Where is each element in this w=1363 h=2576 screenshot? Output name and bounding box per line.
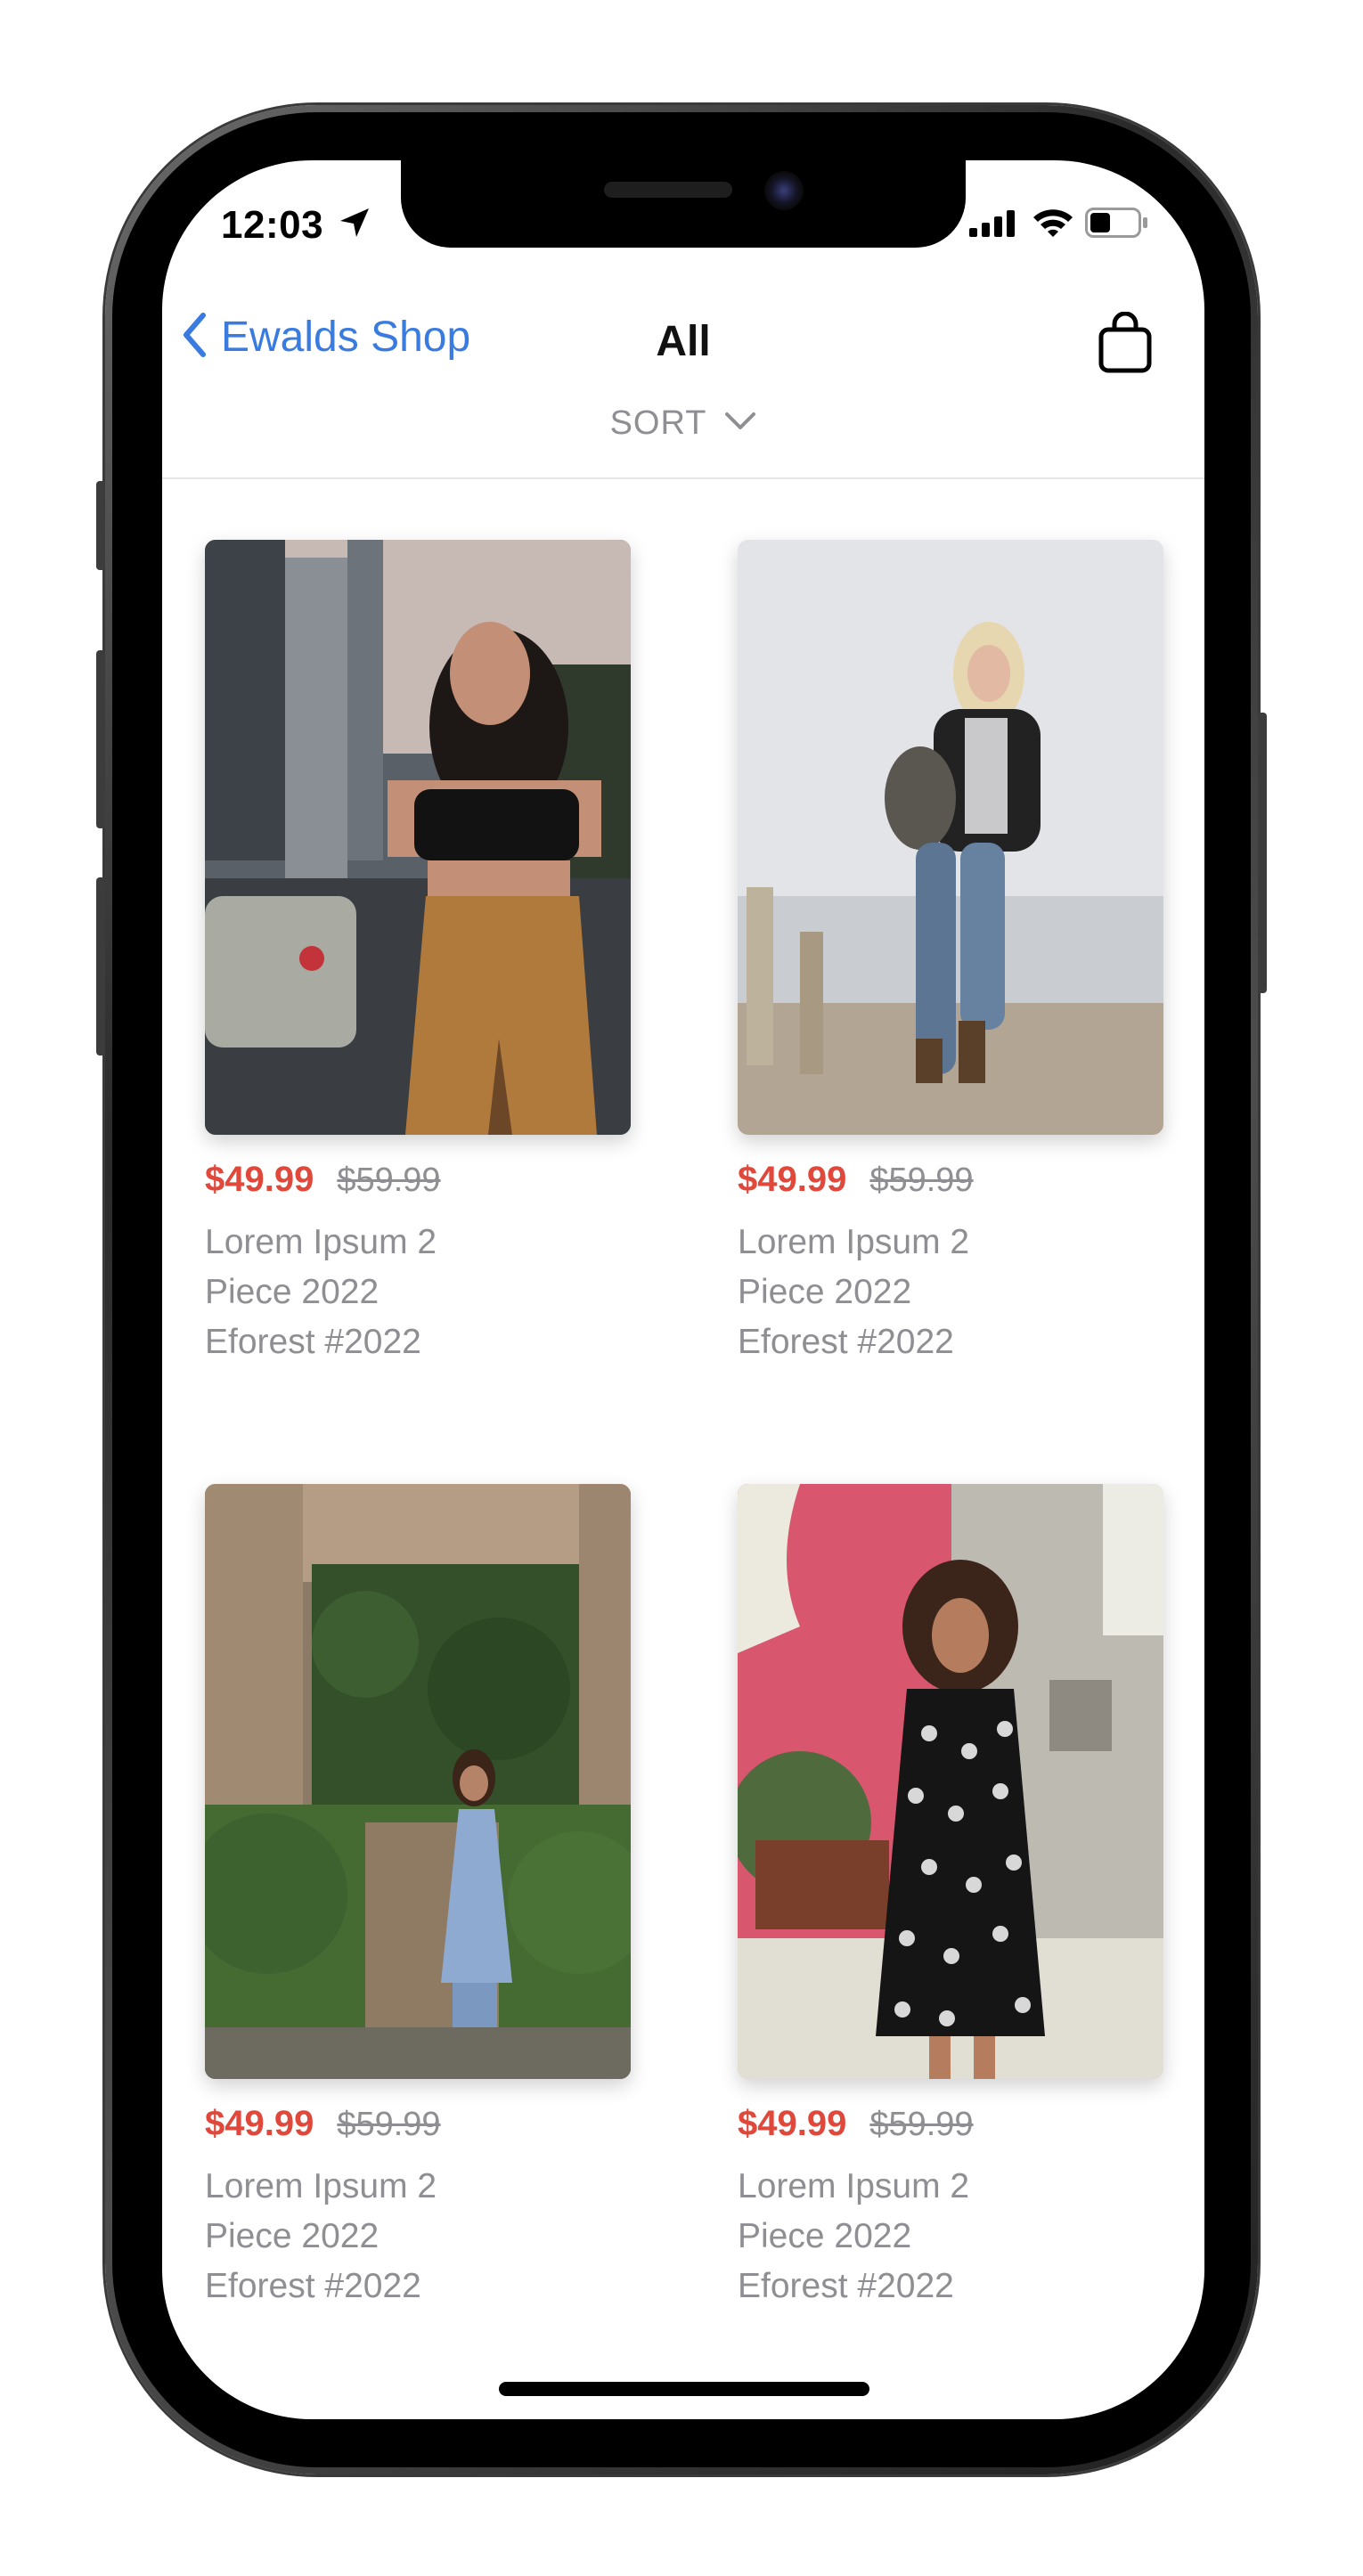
product-card[interactable]: $49.99 $59.99 Lorem Ipsum 2 Piece 2022 E…	[205, 1484, 631, 2311]
product-name-line: Eforest #2022	[205, 1323, 421, 1361]
earpiece-speaker	[604, 182, 732, 198]
product-name-line: Lorem Ipsum 2	[205, 1223, 437, 1261]
product-name-line: Lorem Ipsum 2	[738, 2167, 970, 2205]
price-row: $49.99 $59.99	[738, 1160, 1163, 1200]
product-name-line: Piece 2022	[738, 2217, 912, 2255]
volume-down-button	[96, 877, 105, 1056]
sale-price: $49.99	[205, 1160, 314, 1199]
original-price: $59.99	[869, 1162, 974, 1199]
header-divider	[162, 477, 1204, 479]
product-name-line: Piece 2022	[205, 2217, 380, 2255]
product-photo[interactable]	[205, 540, 631, 1135]
sale-price: $49.99	[738, 2104, 847, 2143]
product-photo[interactable]	[738, 1484, 1163, 2079]
product-name-line: Eforest #2022	[205, 2267, 421, 2305]
shopping-bag-icon	[1098, 311, 1153, 378]
front-camera	[764, 171, 804, 210]
battery-icon	[1085, 208, 1149, 242]
product-card[interactable]: $49.99 $59.99 Lorem Ipsum 2 Piece 2022 E…	[738, 1484, 1163, 2311]
mute-switch	[96, 481, 105, 570]
price-row: $49.99 $59.99	[205, 1160, 631, 1200]
notch	[401, 160, 966, 248]
back-button-label: Ewalds Shop	[221, 314, 471, 361]
volume-up-button	[96, 650, 105, 828]
product-name-line: Piece 2022	[738, 1273, 912, 1311]
product-name: Lorem Ipsum 2 Piece 2022 Eforest #2022	[205, 1218, 631, 1367]
power-button	[1258, 713, 1267, 993]
product-name-line: Piece 2022	[205, 1273, 380, 1311]
wifi-icon	[1032, 207, 1074, 243]
product-name-line: Lorem Ipsum 2	[205, 2167, 437, 2205]
chevron-left-icon	[182, 312, 207, 363]
cart-button[interactable]	[1098, 311, 1153, 379]
product-name: Lorem Ipsum 2 Piece 2022 Eforest #2022	[738, 1218, 1163, 1367]
cellular-signal-icon	[969, 210, 1019, 241]
chevron-down-icon	[724, 412, 756, 436]
original-price: $59.99	[337, 1162, 441, 1199]
original-price: $59.99	[869, 2106, 974, 2143]
price-row: $49.99 $59.99	[205, 2104, 631, 2144]
product-name-line: Eforest #2022	[738, 1323, 954, 1361]
product-photo[interactable]	[205, 1484, 631, 2079]
product-name: Lorem Ipsum 2 Piece 2022 Eforest #2022	[205, 2162, 631, 2311]
sort-label: SORT	[609, 404, 707, 442]
home-indicator[interactable]	[499, 2382, 869, 2396]
product-photo[interactable]	[738, 540, 1163, 1135]
product-card[interactable]: $49.99 $59.99 Lorem Ipsum 2 Piece 2022 E…	[738, 540, 1163, 1367]
sale-price: $49.99	[738, 1160, 847, 1199]
back-button[interactable]: Ewalds Shop	[182, 312, 470, 363]
phone-screen: 12:03 Ewalds Shop All SORT $49.99 $59.99…	[162, 160, 1204, 2419]
product-card[interactable]: $49.99 $59.99 Lorem Ipsum 2 Piece 2022 E…	[205, 540, 631, 1367]
original-price: $59.99	[337, 2106, 441, 2143]
price-row: $49.99 $59.99	[738, 2104, 1163, 2144]
product-name-line: Lorem Ipsum 2	[738, 1223, 970, 1261]
product-name: Lorem Ipsum 2 Piece 2022 Eforest #2022	[738, 2162, 1163, 2311]
location-arrow-icon	[337, 205, 372, 245]
sort-dropdown[interactable]: SORT	[162, 404, 1204, 443]
status-time: 12:03	[221, 203, 324, 247]
sale-price: $49.99	[205, 2104, 314, 2143]
product-name-line: Eforest #2022	[738, 2267, 954, 2305]
